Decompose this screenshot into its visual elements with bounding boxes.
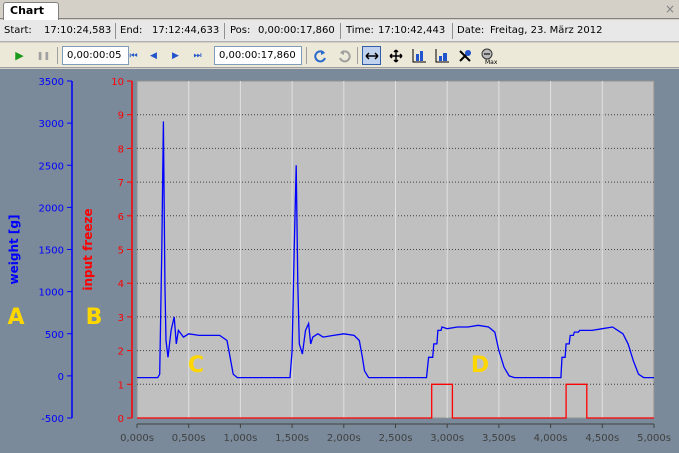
- weight-tick-label: -500: [41, 414, 64, 425]
- freeze-tick-label: 7: [118, 178, 124, 189]
- time-label: Time:: [346, 25, 374, 36]
- freeze-tick-label: 5: [118, 246, 124, 257]
- freeze-tick-label: 10: [111, 77, 124, 88]
- position-input[interactable]: 0,00:00:17,860: [214, 46, 302, 65]
- date-label: Date:: [457, 25, 485, 36]
- tab-label: Chart: [10, 4, 45, 17]
- info-bar: Start: 17:10:24,583 End: 17:12:44,633 Po…: [0, 20, 679, 42]
- move-icon[interactable]: [386, 46, 405, 65]
- annotation-c: C: [188, 353, 204, 378]
- interval-input[interactable]: 0,00:00:05: [62, 46, 129, 65]
- x-tick-label: 2,000s: [327, 433, 361, 444]
- weight-tick-label: 3500: [39, 77, 64, 88]
- weight-tick-label: 500: [45, 330, 64, 341]
- redo-icon[interactable]: [334, 46, 353, 65]
- x-tick-label: 0,000s: [120, 433, 154, 444]
- x-tick-label: 5,000s: [637, 433, 671, 444]
- time-value: 17:10:42,443: [378, 25, 446, 36]
- svg-text:Max: Max: [485, 59, 497, 65]
- undo-icon[interactable]: [311, 46, 330, 65]
- weight-tick-label: 3000: [39, 119, 64, 130]
- freeze-tick-label: 6: [118, 212, 124, 223]
- zoom-x-icon[interactable]: [409, 46, 428, 65]
- freeze-tick-label: 9: [118, 111, 124, 122]
- toolbar: ▶ ❚❚ 0,00:00:05 ⏮ ◀ ▶ ⏭ 0,00:00:17,860 M…: [0, 43, 679, 68]
- play-icon[interactable]: ▶: [10, 46, 29, 65]
- close-icon[interactable]: ×: [665, 2, 675, 16]
- end-label: End:: [120, 25, 143, 36]
- x-tick-label: 1,500s: [275, 433, 309, 444]
- first-icon[interactable]: ⏮: [124, 46, 143, 65]
- pause-icon[interactable]: ❚❚: [34, 46, 53, 65]
- x-tick-label: 0,500s: [172, 433, 206, 444]
- freeze-tick-label: 4: [118, 279, 124, 290]
- annotation-d: D: [471, 353, 489, 378]
- date-value: Freitag, 23. März 2012: [490, 25, 603, 36]
- zoom-max-icon[interactable]: Max: [478, 46, 497, 65]
- weight-tick-label: 1500: [39, 246, 64, 257]
- x-tick-label: 2,500s: [379, 433, 413, 444]
- freeze-axis-label: input freeze: [81, 208, 95, 290]
- x-tick-label: 4,500s: [585, 433, 619, 444]
- zoom-y-icon[interactable]: [432, 46, 451, 65]
- pos-value: 0,00:00:17,860: [258, 25, 335, 36]
- no-zoom-icon[interactable]: [455, 46, 474, 65]
- weight-tick-label: 1000: [39, 288, 64, 299]
- annotation-b: B: [86, 305, 103, 330]
- chart-area[interactable]: -500 0 500 1000 1500 2000 2500 3000 3500 weight […: [0, 69, 679, 453]
- chart-svg[interactable]: -500 0 500 1000 1500 2000 2500 3000 3500 weight […: [0, 69, 679, 453]
- freeze-tick-label: 8: [118, 144, 124, 155]
- freeze-tick-label: 0: [118, 414, 124, 425]
- freeze-tick-label: 3: [118, 313, 124, 324]
- last-icon[interactable]: ⏭: [188, 46, 207, 65]
- next-icon[interactable]: ▶: [166, 46, 185, 65]
- weight-tick-label: 2000: [39, 203, 64, 214]
- start-label: Start:: [4, 25, 32, 36]
- weight-tick-label: 2500: [39, 161, 64, 172]
- x-tick-label: 3,000s: [430, 433, 464, 444]
- x-tick-label: 1,000s: [223, 433, 257, 444]
- annotation-a: A: [7, 305, 24, 330]
- prev-icon[interactable]: ◀: [144, 46, 163, 65]
- pan-x-icon[interactable]: [362, 46, 381, 65]
- x-tick-label: 4,000s: [534, 433, 568, 444]
- tab-chart[interactable]: Chart: [3, 2, 59, 20]
- end-value: 17:12:44,633: [152, 25, 220, 36]
- weight-axis-label: weight [g]: [7, 215, 21, 285]
- weight-tick-label: 0: [58, 372, 64, 383]
- start-value: 17:10:24,583: [44, 25, 112, 36]
- freeze-tick-label: 1: [118, 380, 124, 391]
- pos-label: Pos:: [230, 25, 251, 36]
- tab-bar: Chart ×: [0, 0, 679, 20]
- x-tick-label: 3,500s: [482, 433, 516, 444]
- freeze-tick-label: 2: [118, 347, 124, 358]
